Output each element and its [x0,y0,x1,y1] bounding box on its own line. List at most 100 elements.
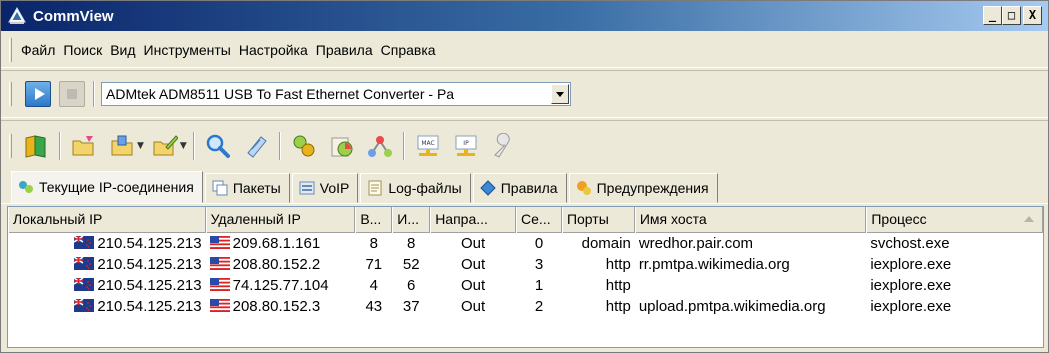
nz-flag-icon [73,255,95,270]
column-out[interactable]: И... [392,207,431,233]
table-row[interactable]: 210.54.125.213 209.68.1.161 8 8 Out 0 do… [8,233,1043,254]
direction-cell: Out [461,256,486,273]
port-cell: http [605,256,631,273]
open-folder-icon[interactable] [70,132,98,160]
process-cell: iexplore.exe [870,298,952,315]
toolbar-grip[interactable] [9,133,12,158]
out-cell: 6 [407,277,416,294]
statistics-icon[interactable] [328,132,356,160]
tab-label: VoIP [319,180,350,196]
tab-label: Предупреждения [596,180,709,196]
connections-icon[interactable] [290,132,318,160]
column-process[interactable]: Процесс [866,207,1043,233]
commview-window: CommView _ □ X Файл Поиск Вид Инструмент… [0,0,1049,353]
sessions-cell: 2 [534,298,544,315]
menu-view[interactable]: Вид [106,42,139,58]
wrench-icon[interactable] [490,132,518,160]
local-ip-cell: 210.54.125.213 [8,254,206,275]
nodes-icon[interactable] [366,132,394,160]
chevron-down-icon[interactable]: ▼ [137,141,144,151]
tab-ip-connections[interactable]: Текущие IP-соединения [11,171,203,203]
commview-logo-icon [7,6,27,26]
remote-ip-cell: 208.80.152.2 [206,254,356,275]
remote-ip-value: 74.125.77.104 [232,277,329,294]
column-hostname[interactable]: Имя хоста [634,207,867,233]
book-icon[interactable] [22,132,50,160]
remote-ip-value: 209.68.1.161 [232,235,321,252]
tab-packets[interactable]: Пакеты [204,173,290,203]
tab-voip[interactable]: VoIP [291,173,359,203]
local-ip-value: 210.54.125.213 [97,256,202,273]
edit-folder-icon[interactable] [151,132,179,160]
in-cell: 43 [365,298,383,315]
tab-label: Пакеты [232,180,281,196]
nz-flag-icon [73,276,95,291]
process-cell: iexplore.exe [870,277,952,294]
column-ports[interactable]: Порты [561,207,635,233]
remote-ip-cell: 74.125.77.104 [206,275,356,296]
out-cell: 52 [402,256,420,273]
sessions-cell: 1 [534,277,544,294]
out-cell: 37 [402,298,420,315]
alerts-tab-icon [576,180,592,196]
process-cell: iexplore.exe [870,256,952,273]
main-toolbar: ▼ ▼ MAC IP [1,120,1048,170]
hostname-cell [635,275,867,296]
menu-bar: Файл Поиск Вид Инструменты Настройка Пра… [1,32,1048,68]
menu-search[interactable]: Поиск [59,42,106,58]
table-row[interactable]: 210.54.125.213 74.125.77.104 4 6 Out 1 h… [8,275,1043,296]
menu-grip[interactable] [9,37,12,62]
stop-capture-button[interactable] [59,81,85,107]
tab-log-files[interactable]: Log-файлы [360,173,471,203]
us-flag-icon [209,297,230,312]
direction-cell: Out [461,298,486,315]
out-cell: 8 [407,235,416,252]
port-cell: http [605,298,631,315]
hostname-cell: rr.pmtpa.wikimedia.org [638,256,790,273]
toolbar-grip[interactable] [9,82,12,106]
chevron-down-icon[interactable]: ▼ [180,141,187,151]
table-row[interactable]: 210.54.125.213 208.80.152.2 71 52 Out 3 … [8,254,1043,275]
menu-rules[interactable]: Правила [312,42,377,58]
remote-ip-value: 208.80.152.3 [232,298,321,315]
search-icon[interactable] [204,132,232,160]
menu-file[interactable]: Файл [17,42,59,58]
menu-tools[interactable]: Инструменты [140,42,235,58]
column-direction[interactable]: Напра... [430,207,517,233]
svg-text:IP: IP [463,140,469,147]
column-remote-ip[interactable]: Удаленный IP [205,207,356,233]
in-cell: 71 [365,256,383,273]
view-tabs: Текущие IP-соединения Пакеты VoIP Log-фа… [1,171,1048,204]
svg-text:MAC: MAC [421,140,434,147]
column-local-ip[interactable]: Локальный IP [8,207,206,233]
us-flag-icon [209,255,230,270]
menu-settings[interactable]: Настройка [235,42,312,58]
title-bar[interactable]: CommView _ □ X [1,1,1048,31]
sessions-cell: 0 [534,235,544,252]
notepad-icon[interactable] [242,132,270,160]
column-sessions[interactable]: Се... [516,207,562,233]
connections-tab-icon [18,179,34,195]
chevron-down-icon[interactable] [551,84,569,104]
voip-tab-icon [299,180,315,196]
ip-address-icon[interactable]: IP [452,132,480,160]
window-title: CommView [33,7,114,25]
table-row[interactable]: 210.54.125.213 208.80.152.3 43 37 Out 2 … [8,296,1043,317]
port-cell: domain [581,235,631,252]
hostname-cell: wredhor.pair.com [638,235,754,252]
us-flag-icon [209,276,230,291]
column-in[interactable]: В... [355,207,393,233]
tab-alerts[interactable]: Предупреждения [568,173,718,203]
adapter-selected-value: ADMtek ADM8511 USB To Fast Ethernet Conv… [106,86,455,102]
connections-table[interactable]: Локальный IP Удаленный IP В... И... Напр… [7,206,1044,348]
start-capture-button[interactable] [25,81,51,107]
adapter-select[interactable]: ADMtek ADM8511 USB To Fast Ethernet Conv… [101,82,571,106]
maximize-button[interactable]: □ [1002,6,1021,25]
nz-flag-icon [73,234,95,249]
minimize-button[interactable]: _ [983,6,1002,25]
save-folder-icon[interactable] [108,132,136,160]
close-button[interactable]: X [1023,6,1042,25]
menu-help[interactable]: Справка [377,42,440,58]
mac-address-icon[interactable]: MAC [414,132,442,160]
tab-rules[interactable]: Правила [472,173,567,203]
